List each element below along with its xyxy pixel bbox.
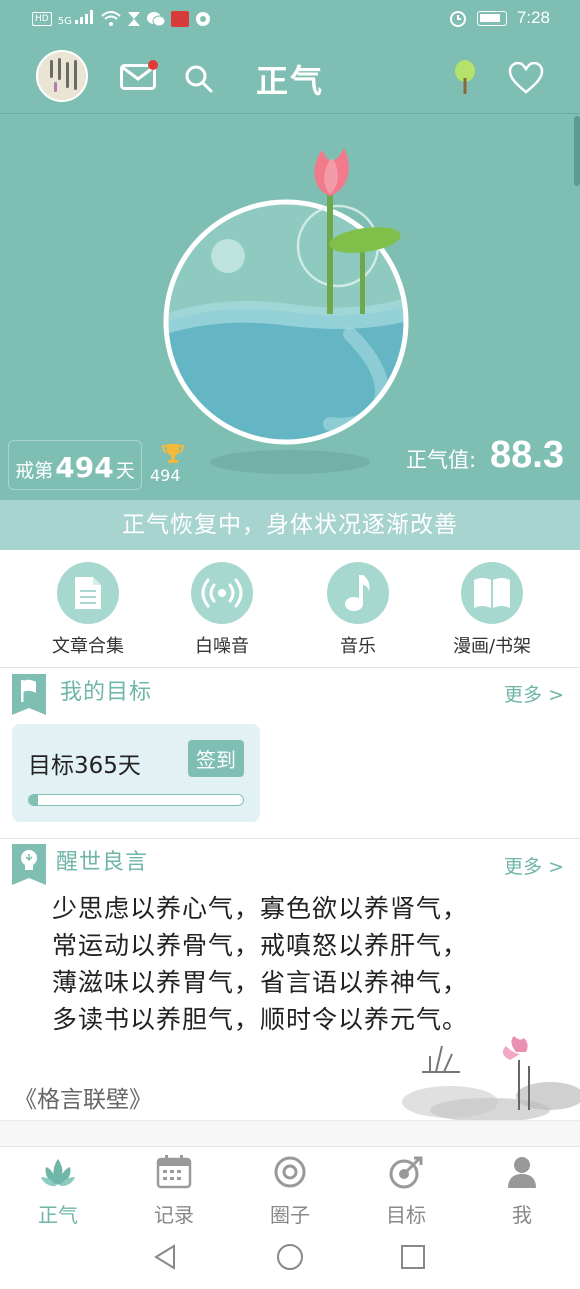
document-icon	[75, 577, 101, 609]
avatar[interactable]	[36, 50, 88, 102]
battery-icon	[476, 10, 507, 26]
signal-label: 5G	[57, 16, 72, 27]
streak-suffix: 天	[115, 460, 135, 482]
back-icon[interactable]	[150, 1242, 180, 1272]
trophy-count: 494	[150, 466, 181, 485]
content-end-spacer	[0, 1120, 580, 1146]
bottom-tab-bar: 正气 记录 圈子 目标 我	[0, 1146, 580, 1227]
trophy-icon[interactable]	[162, 442, 184, 464]
alarm-icon	[449, 11, 466, 27]
saying-line: 常运动以养骨气，戒嗔怒以养肝气，	[52, 931, 469, 960]
search-icon[interactable]	[184, 64, 214, 94]
calendar-icon	[156, 1155, 192, 1189]
action-label: 音乐	[340, 636, 376, 657]
energy-value: 88.3	[490, 434, 564, 476]
tab-records[interactable]: 记录	[134, 1155, 214, 1228]
sayings-title: 醒世良言	[56, 850, 149, 875]
action-icon-circle	[57, 562, 119, 624]
target-icon	[389, 1156, 423, 1189]
action-icon-circle	[191, 562, 253, 624]
section-divider	[0, 838, 580, 839]
status-bar: HD 5G 7:28	[0, 0, 580, 38]
saying-line: 薄滋味以养胃气，省言语以养神气，	[52, 968, 469, 997]
app-header: 正气	[0, 38, 580, 114]
app-notification-icon	[171, 10, 190, 27]
tab-zhengqi[interactable]: 正气	[18, 1155, 98, 1228]
tab-circle[interactable]: 圈子	[250, 1155, 330, 1228]
person-icon	[508, 1157, 536, 1188]
goals-more-link[interactable]: 更多 >	[504, 680, 564, 707]
heart-icon[interactable]	[508, 62, 544, 94]
home-icon[interactable]	[275, 1242, 305, 1272]
streak-prefix: 戒第	[15, 460, 54, 482]
tab-me[interactable]: 我	[482, 1155, 562, 1228]
sayings-section-header: 醒世良言 更多 >	[0, 840, 580, 888]
sync-icon	[196, 11, 211, 26]
action-label: 文章合集	[52, 636, 124, 657]
goal-card[interactable]: 目标365天 签到	[12, 724, 260, 822]
action-icon-circle	[461, 562, 523, 624]
unread-dot	[148, 60, 158, 70]
lotus-bowl-illustration	[163, 148, 409, 474]
action-music[interactable]: 音乐	[288, 562, 428, 658]
recents-icon[interactable]	[398, 1242, 428, 1272]
signal-icon: 5G	[58, 10, 95, 27]
quick-actions: 文章合集 白噪音 音乐 漫画/书架	[0, 550, 580, 668]
saying-source: 《格言联壁》	[14, 1087, 152, 1113]
saying-text: 少思虑以养心气，寡色欲以养肾气， 常运动以养骨气，戒嗔怒以养肝气， 薄滋味以养胃…	[52, 890, 552, 1038]
broadcast-icon	[201, 578, 243, 608]
checkin-button[interactable]: 签到	[188, 740, 244, 777]
energy-score: 正气值: 88.3	[406, 434, 564, 477]
saying-line: 多读书以养胆气，顺时令以养元气。	[52, 1005, 469, 1034]
tab-goals[interactable]: 目标	[366, 1155, 446, 1228]
ink-lotus-decoration	[402, 1036, 580, 1122]
status-right: 7:28	[449, 8, 550, 28]
status-message: 正气恢复中，身体状况逐渐改善	[0, 500, 580, 550]
tree-icon[interactable]	[452, 60, 478, 96]
energy-label: 正气值:	[405, 448, 477, 472]
goal-name: 目标365天	[28, 753, 141, 779]
action-icon-circle	[327, 562, 389, 624]
action-label: 漫画/书架	[452, 636, 532, 657]
hd-badge: HD	[32, 11, 52, 26]
book-icon	[474, 578, 510, 608]
wifi-icon	[101, 10, 121, 26]
music-note-icon	[345, 575, 370, 611]
goal-progress-fill	[29, 795, 38, 805]
action-white-noise[interactable]: 白噪音	[152, 562, 292, 658]
action-comics-shelf[interactable]: 漫画/书架	[422, 562, 562, 658]
streak-days: 494	[55, 451, 114, 484]
hero-panel: 戒第 494 天 494 正气值: 88.3	[0, 114, 580, 500]
page-title: 正气	[255, 62, 324, 100]
saying-line: 少思虑以养心气，寡色欲以养肾气，	[52, 894, 469, 923]
flag-icon	[12, 674, 46, 715]
action-label: 白噪音	[195, 636, 249, 657]
lotus-icon	[41, 1159, 75, 1187]
scrollbar[interactable]	[574, 116, 580, 186]
hourglass-icon	[128, 11, 141, 26]
lightbulb-icon	[12, 844, 46, 885]
status-left: HD 5G	[32, 10, 211, 27]
goals-title: 我的目标	[60, 680, 153, 705]
wechat-icon	[147, 11, 166, 26]
goal-progress-bar	[28, 794, 244, 806]
clock: 7:28	[516, 8, 550, 27]
system-navigation-bar	[0, 1224, 580, 1289]
action-articles[interactable]: 文章合集	[18, 562, 158, 658]
goals-section-header: 我的目标 更多 >	[0, 670, 580, 718]
streak-counter: 戒第 494 天	[8, 440, 142, 490]
sayings-more-link[interactable]: 更多 >	[504, 852, 564, 879]
circle-icon	[274, 1156, 306, 1188]
